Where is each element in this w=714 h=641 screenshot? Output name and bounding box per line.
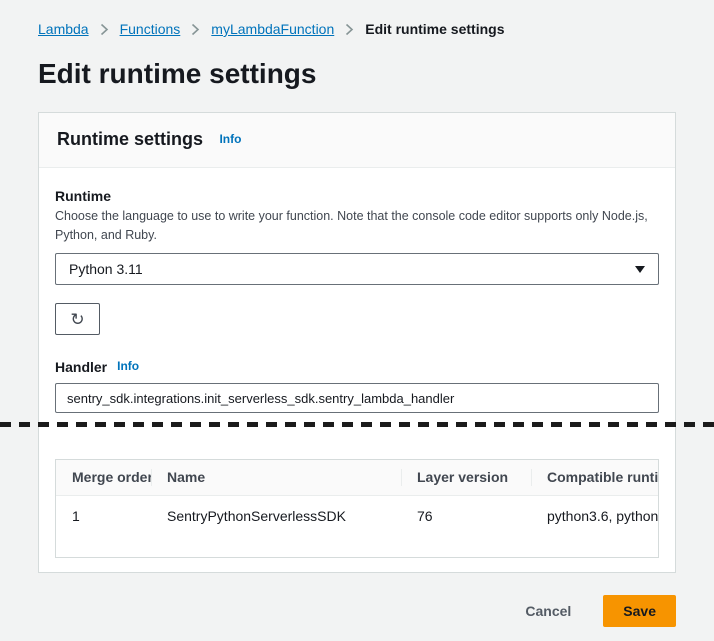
handler-input[interactable]	[55, 383, 659, 413]
refresh-runtimes-button[interactable]: ↻	[55, 303, 100, 335]
layers-table: Merge order Name Layer version Compatibl…	[55, 459, 659, 558]
breadcrumb-chevron-icon	[191, 23, 200, 36]
refresh-icon: ↻	[70, 311, 84, 328]
runtime-description-line1: Choose the language to use to write your…	[55, 209, 648, 223]
footer-actions: Cancel Save	[38, 595, 676, 627]
column-header-name[interactable]: Name	[151, 460, 401, 495]
breadcrumb-chevron-icon	[345, 23, 354, 36]
runtime-settings-card-body: Runtime Choose the language to use to wr…	[39, 168, 675, 572]
runtime-settings-card: Runtime settings Info Runtime Choose the…	[38, 112, 676, 573]
breadcrumb-current: Edit runtime settings	[365, 21, 504, 37]
breadcrumb-link-functions[interactable]: Functions	[120, 21, 181, 37]
layers-table-header-row: Merge order Name Layer version Compatibl…	[56, 460, 659, 496]
runtime-description-line2: Python, and Ruby.	[55, 228, 157, 242]
table-row: 1 SentryPythonServerlessSDK 76 python3.6…	[56, 496, 659, 536]
breadcrumb-link-lambda[interactable]: Lambda	[38, 21, 89, 37]
cell-merge-order: 1	[56, 496, 151, 536]
runtime-select[interactable]: Python 3.11	[55, 253, 659, 285]
cell-compatible-runtimes: python3.6, python	[531, 496, 659, 536]
breadcrumb: Lambda Functions myLambdaFunction Edit r…	[38, 0, 676, 37]
handler-label: Handler	[55, 357, 107, 377]
card-title: Runtime settings	[57, 129, 203, 149]
cancel-button[interactable]: Cancel	[519, 602, 577, 620]
handler-label-row: Handler Info	[55, 357, 659, 377]
edit-runtime-settings-page: Lambda Functions myLambdaFunction Edit r…	[0, 0, 714, 627]
column-header-compatible-runtimes[interactable]: Compatible runti	[531, 460, 659, 495]
cell-layer-version: 76	[401, 496, 531, 536]
dashed-cut-divider	[0, 422, 714, 427]
save-button[interactable]: Save	[603, 595, 676, 627]
page-title: Edit runtime settings	[38, 55, 676, 93]
handler-info-link[interactable]: Info	[117, 359, 139, 373]
runtime-description: Choose the language to use to write your…	[55, 207, 659, 245]
breadcrumb-link-function-name[interactable]: myLambdaFunction	[211, 21, 334, 37]
column-header-layer-version[interactable]: Layer version	[401, 460, 531, 495]
column-header-merge-order[interactable]: Merge order	[56, 460, 151, 495]
runtime-settings-info-link[interactable]: Info	[219, 132, 241, 146]
runtime-settings-card-header: Runtime settings Info	[39, 113, 675, 168]
breadcrumb-chevron-icon	[100, 23, 109, 36]
cell-name: SentryPythonServerlessSDK	[151, 496, 401, 536]
runtime-select-value: Python 3.11	[69, 261, 143, 277]
runtime-label: Runtime	[55, 186, 659, 206]
select-caret-icon	[635, 266, 645, 273]
